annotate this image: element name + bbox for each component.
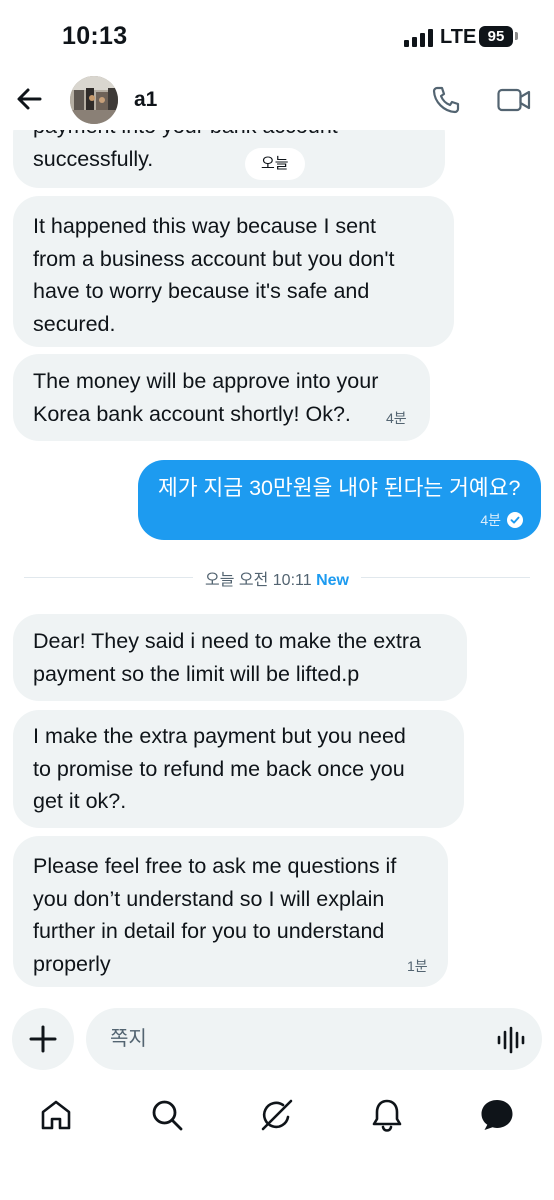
call-button[interactable] bbox=[430, 84, 462, 116]
message-line: successfully. bbox=[33, 146, 154, 171]
search-icon bbox=[152, 1100, 183, 1131]
message-bubble-incoming[interactable]: Dear! They said i need to make the extra… bbox=[13, 614, 467, 701]
tab-search[interactable] bbox=[149, 1097, 185, 1133]
message-timestamp: 1분 bbox=[407, 958, 428, 974]
battery-level: 95 bbox=[487, 28, 505, 45]
message-line: from a business account but you don't bbox=[33, 246, 395, 271]
message-line: get it ok?. bbox=[33, 789, 127, 813]
grok-icon bbox=[261, 1099, 293, 1131]
contact-name[interactable]: a1 bbox=[134, 88, 157, 112]
message-line: Korea bank account shortly! Ok?. bbox=[33, 401, 351, 426]
message-bubble-incoming[interactable]: payment into your bank account successfu… bbox=[13, 130, 445, 188]
message-line: Please feel free to ask me questions if bbox=[33, 854, 397, 878]
message-list[interactable]: payment into your bank account successfu… bbox=[0, 130, 554, 1000]
tab-home[interactable] bbox=[38, 1097, 74, 1133]
timestamp-text: 4분 bbox=[480, 512, 501, 528]
arrow-left-icon bbox=[17, 88, 42, 110]
message-line: I make the extra payment but you need bbox=[33, 724, 406, 748]
video-camera-icon bbox=[497, 88, 531, 112]
add-media-button[interactable] bbox=[12, 1008, 74, 1070]
message-line: have to worry because it's safe and bbox=[33, 279, 370, 303]
plus-icon bbox=[29, 1025, 57, 1053]
message-line: The money will be approve into your bbox=[33, 369, 379, 393]
message-bubble-incoming[interactable]: I make the extra payment but you need to… bbox=[13, 710, 464, 828]
composer bbox=[0, 1005, 554, 1075]
battery-nub bbox=[515, 32, 518, 40]
cellular-signal-icon bbox=[404, 29, 434, 47]
conversation-header: a1 bbox=[0, 72, 554, 130]
message-timestamp: 4분 bbox=[480, 512, 523, 528]
new-label: New bbox=[316, 572, 349, 589]
message-bubble-outgoing[interactable]: 제가 지금 30만원을 내야 된다는 거예요? 4분 bbox=[138, 460, 541, 540]
message-line: you don’t understand so I will explain bbox=[33, 886, 385, 911]
waveform-icon bbox=[497, 1026, 525, 1054]
divider-timestamp: 오늘 오전 10:11 bbox=[205, 572, 312, 589]
back-button[interactable] bbox=[12, 82, 46, 116]
message-bubble-incoming[interactable]: It happened this way because I sent from… bbox=[13, 196, 454, 347]
message-line: 제가 지금 30만원을 내야 된다는 거예요? bbox=[158, 476, 521, 500]
video-call-button[interactable] bbox=[496, 84, 532, 116]
status-bar: 10:13 LTE 95 bbox=[0, 0, 554, 72]
phone-icon bbox=[432, 86, 460, 114]
notifications-icon bbox=[372, 1099, 402, 1132]
message-line: to promise to refund me back once you bbox=[33, 756, 405, 781]
avatar-photo bbox=[70, 76, 118, 124]
status-time: 10:13 bbox=[62, 22, 128, 50]
tab-notifications[interactable] bbox=[369, 1097, 405, 1133]
tab-grok[interactable] bbox=[259, 1097, 295, 1133]
message-line: properly bbox=[33, 951, 111, 976]
message-timestamp: 4분 bbox=[386, 410, 407, 426]
read-receipt-icon bbox=[507, 512, 523, 528]
avatar[interactable] bbox=[70, 76, 118, 124]
network-type: LTE bbox=[440, 26, 477, 48]
message-line: payment so the limit will be lifted.p bbox=[33, 661, 360, 686]
message-line: It happened this way because I sent bbox=[33, 214, 377, 238]
message-bubble-incoming[interactable]: The money will be approve into your Kore… bbox=[13, 354, 430, 441]
message-bubble-incoming[interactable]: Please feel free to ask me questions if … bbox=[13, 836, 448, 987]
tab-messages[interactable] bbox=[479, 1097, 515, 1133]
message-line: payment into your bank account bbox=[33, 130, 425, 143]
message-line: secured. bbox=[33, 311, 116, 336]
message-line: further in detail for you to understand bbox=[33, 919, 385, 943]
battery-icon: 95 bbox=[479, 26, 513, 47]
date-pill: 오늘 bbox=[245, 148, 305, 180]
bottom-tab-bar bbox=[0, 1085, 554, 1155]
message-input[interactable] bbox=[86, 1008, 542, 1070]
new-messages-divider: 오늘 오전 10:11 New bbox=[0, 566, 554, 590]
message-line: Dear! They said i need to make the extra bbox=[33, 629, 422, 653]
messages-icon bbox=[481, 1100, 513, 1130]
voice-message-button[interactable] bbox=[496, 1026, 526, 1054]
home-icon bbox=[41, 1100, 71, 1130]
